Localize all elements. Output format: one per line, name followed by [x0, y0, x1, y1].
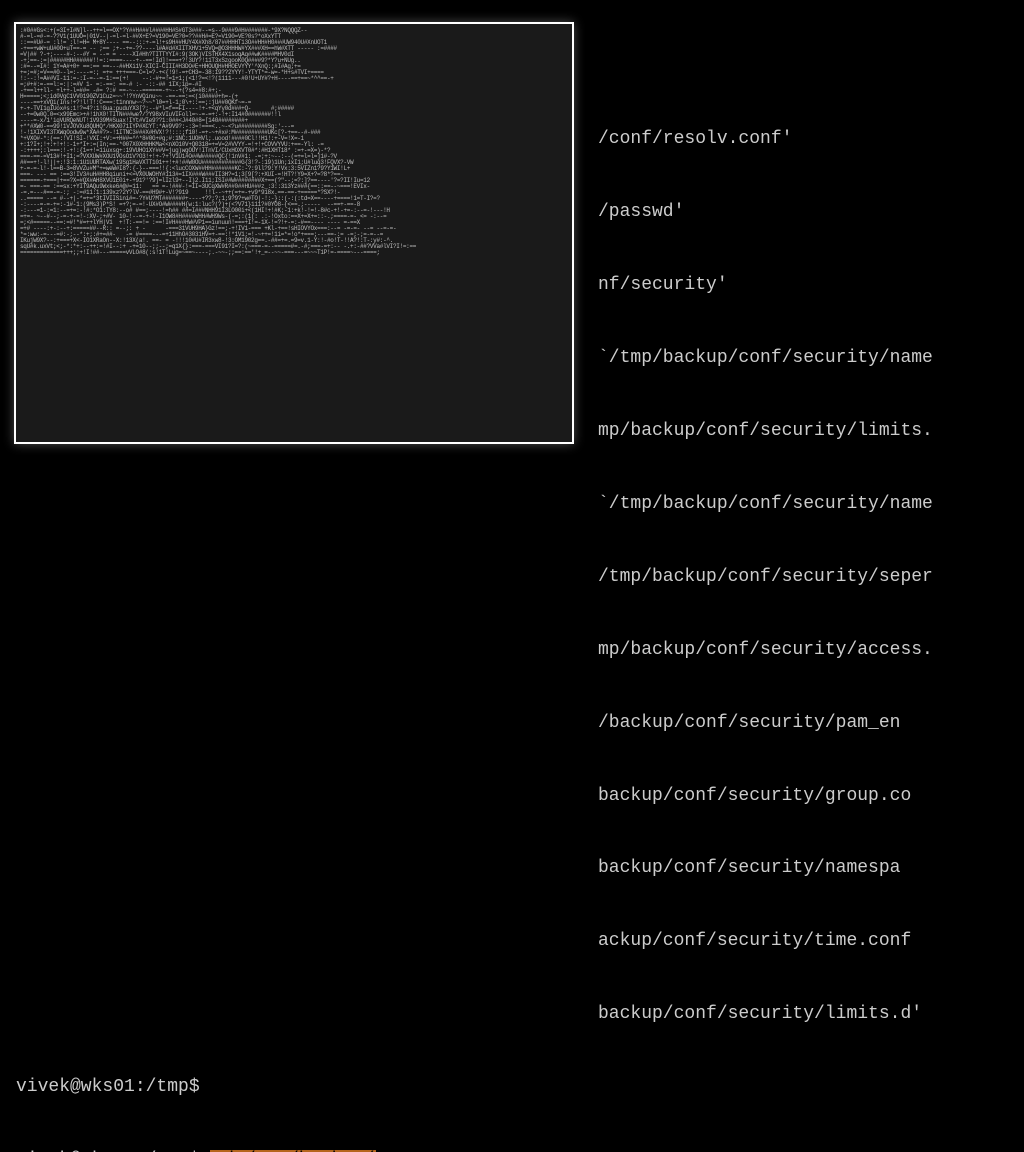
- prompt-line-3: vivek@wks01:/tmp$ cd /tmp/backup/: [8, 1148, 1016, 1152]
- cp-output-line: /backup/conf/security/pam_en: [8, 711, 1016, 735]
- cp-output-line: backup/conf/security/namespa: [8, 856, 1016, 880]
- cp-output-line: mp/backup/conf/security/access.: [8, 638, 1016, 662]
- prompt-line-2: vivek@wks01:/tmp$: [8, 1075, 1016, 1099]
- cp-output-line: /tmp/backup/conf/security/seper: [8, 565, 1016, 589]
- cp-output-line: `/tmp/backup/conf/security/name: [8, 492, 1016, 516]
- cp-output-line: backup/conf/security/limits.d': [8, 1002, 1016, 1026]
- shell-prompt: vivek@wks01:/tmp$: [16, 1150, 210, 1152]
- cp-output-line: ackup/conf/security/time.conf: [8, 929, 1016, 953]
- shell-prompt: vivek@wks01:/tmp$: [16, 1077, 210, 1097]
- command-cd[interactable]: cd /tmp/backup/: [210, 1150, 376, 1152]
- cp-output-line: backup/conf/security/group.co: [8, 784, 1016, 808]
- ascii-art-overlay: :#0##Gs<:+(=3I+I#N]l--++=l==OX*?Y##H###l…: [14, 22, 574, 444]
